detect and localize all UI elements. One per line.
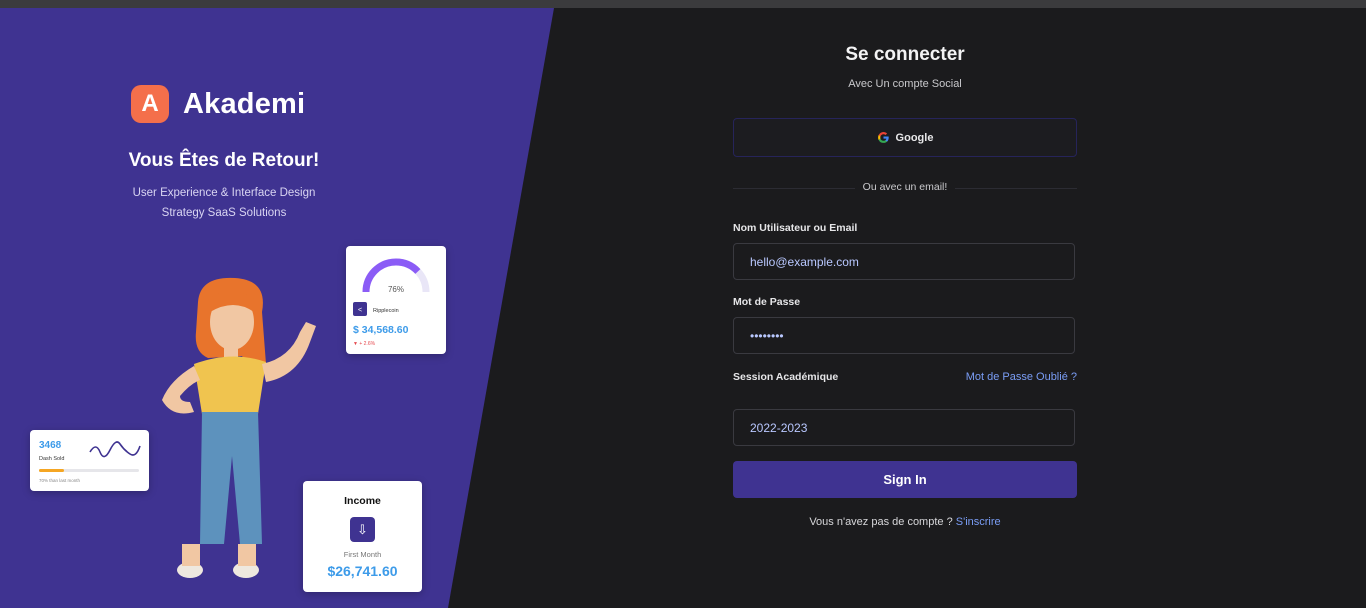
brand-name: Akademi <box>183 87 306 120</box>
brand-logo-icon: A <box>131 85 169 123</box>
gauge-percent-label: 76% <box>388 285 404 294</box>
sold-value: 3468 <box>39 440 62 451</box>
gauge-card: 76% < Ripplecoin $ 34,568.60 ▼ + 2.6% <box>346 246 446 354</box>
sold-label: Dash Sold <box>39 456 64 462</box>
sold-sparkline <box>89 441 141 458</box>
sold-card: 3468 Dash Sold 70% than last month <box>30 430 149 491</box>
gauge-change: ▼ + 2.6% <box>353 341 376 347</box>
share-icon: < <box>358 307 362 314</box>
forgot-password-link[interactable]: Mot de Passe Oublié ? <box>940 371 1077 383</box>
google-signin-button[interactable]: Google <box>733 118 1077 157</box>
welcome-heading: Vous Êtes de Retour! <box>128 150 320 171</box>
coin-name: Ripplecoin <box>373 308 399 314</box>
browser-top-bar <box>0 0 1366 8</box>
divider-text: Ou avec un email! <box>733 181 1077 193</box>
password-input[interactable] <box>733 317 1075 354</box>
income-icon: ⇩ <box>350 517 375 542</box>
username-input[interactable] <box>733 243 1075 280</box>
sold-card-graphic: 3468 Dash Sold 70% than last month <box>39 440 141 483</box>
google-icon <box>877 132 889 143</box>
session-label: Session Académique <box>733 371 839 383</box>
sold-progress-fill <box>39 469 64 472</box>
sold-note: 70% than last month <box>39 478 81 483</box>
signup-prompt: Vous n'avez pas de compte ? S'inscrire <box>733 516 1077 528</box>
tagline-line-1: User Experience & Interface Design <box>132 187 316 199</box>
session-input[interactable] <box>733 409 1075 446</box>
divider-label: Ou avec un email! <box>854 181 956 193</box>
password-label: Mot de Passe <box>733 296 801 308</box>
sign-in-button[interactable]: Sign In <box>733 461 1077 498</box>
character-illustration <box>162 277 316 578</box>
gauge-card-graphic: 76% < Ripplecoin $ 34,568.60 ▼ + 2.6% <box>353 258 430 347</box>
no-account-text: Vous n'avez pas de compte ? <box>809 516 953 528</box>
username-label: Nom Utilisateur ou Email <box>733 222 858 234</box>
google-button-label: Google <box>895 131 934 144</box>
page-title: Se connecter <box>845 44 965 65</box>
gauge-amount: $ 34,568.60 <box>353 324 409 336</box>
signup-link[interactable]: S'inscrire <box>956 516 1001 528</box>
brand: A Akademi <box>131 85 305 123</box>
page-subtitle: Avec Un compte Social <box>848 78 962 90</box>
tagline-line-2: Strategy SaaS Solutions <box>161 207 287 219</box>
